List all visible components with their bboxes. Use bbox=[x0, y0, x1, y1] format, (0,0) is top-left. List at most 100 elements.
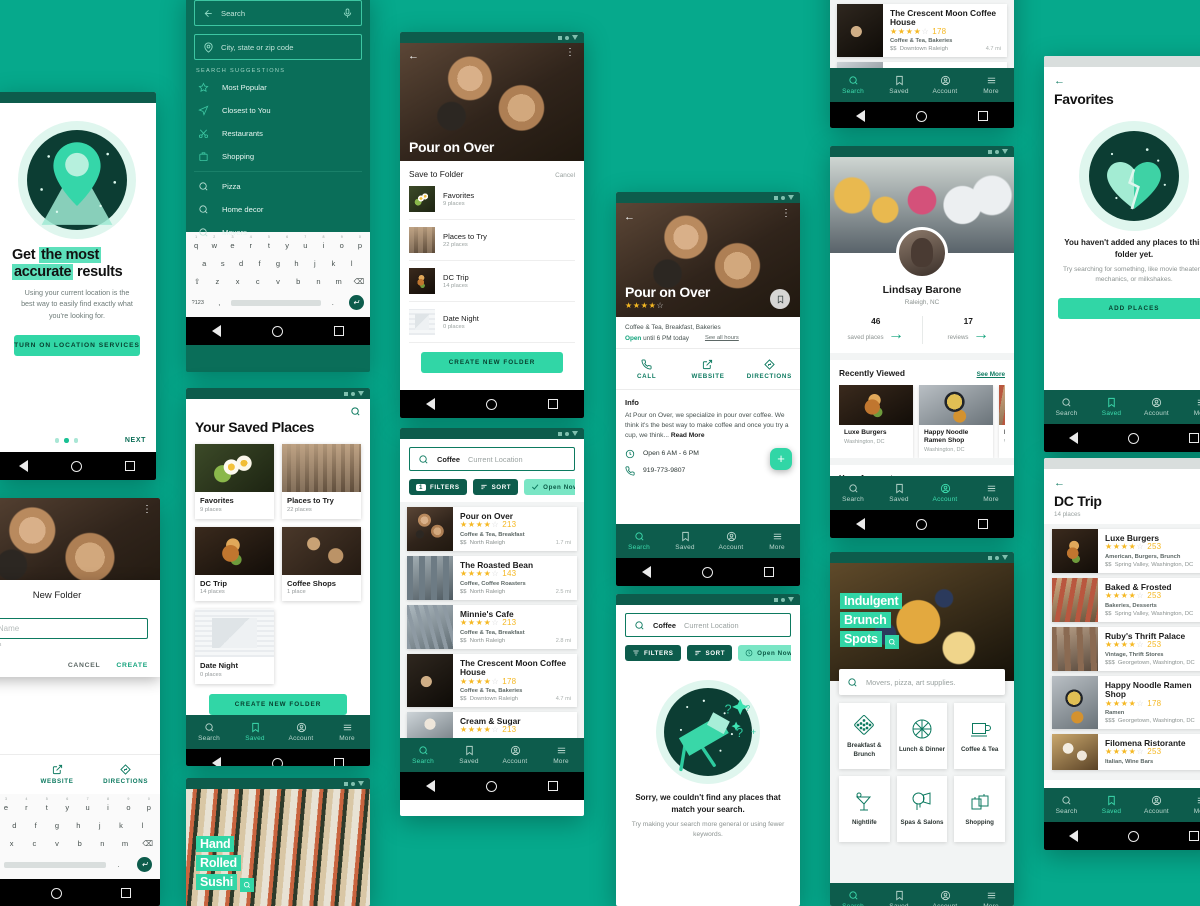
key-e[interactable]: 3e bbox=[224, 235, 240, 253]
key-j[interactable]: j bbox=[90, 818, 109, 833]
key-j[interactable]: j bbox=[307, 256, 323, 271]
tab-more[interactable]: More bbox=[754, 524, 800, 558]
folder-row-date-night[interactable]: Date Night 0 places bbox=[409, 302, 575, 343]
key-a[interactable]: a bbox=[196, 256, 212, 271]
category-shopping[interactable]: Shopping bbox=[954, 776, 1005, 842]
nav-recents-icon[interactable] bbox=[1189, 831, 1199, 841]
suggestion-closest-to-you[interactable]: Closest to You bbox=[194, 99, 362, 122]
key-c[interactable]: c bbox=[24, 836, 45, 851]
cancel-button[interactable]: Cancel bbox=[555, 172, 575, 179]
sort-chip[interactable]: SORT bbox=[472, 479, 519, 495]
location-input[interactable]: City, state or zip code bbox=[194, 34, 362, 60]
tab-account[interactable]: Account bbox=[278, 715, 324, 749]
nav-back-icon[interactable] bbox=[855, 110, 865, 122]
key-symbols[interactable]: ?123 bbox=[188, 297, 208, 309]
create-new-folder-button[interactable]: CREATE NEW FOLDER bbox=[209, 693, 347, 715]
directions-action[interactable]: DIRECTIONS bbox=[91, 755, 160, 794]
nav-home-icon[interactable] bbox=[271, 757, 283, 766]
call-action[interactable]: CALL bbox=[616, 349, 677, 389]
tab-search[interactable]: Search bbox=[186, 715, 232, 749]
tab-more[interactable]: More bbox=[324, 715, 370, 749]
directions-action[interactable]: DIRECTIONS bbox=[739, 349, 800, 389]
on-screen-keyboard[interactable]: 1q 2w 3e 4r 5t 6y 7u 8i 9o 0p as df gh j… bbox=[186, 232, 370, 317]
nav-recents-icon[interactable] bbox=[548, 781, 559, 791]
nav-recents-icon[interactable] bbox=[548, 399, 559, 409]
tab-account[interactable]: Account bbox=[1134, 390, 1179, 424]
key-o[interactable]: 9o bbox=[334, 235, 350, 253]
result-row[interactable]: The Roasted Bean ★ ★ ★ ★ ☆ 143 Coffee, Coffee… bbox=[407, 555, 577, 600]
key-n[interactable]: n bbox=[92, 836, 113, 851]
key-enter[interactable]: ↵ bbox=[132, 854, 158, 875]
tab-saved[interactable]: Saved bbox=[876, 883, 922, 906]
see-all-hours-link[interactable]: See all hours bbox=[705, 335, 739, 342]
folder-card-coffee-shops[interactable]: Coffee Shops 1 place bbox=[282, 526, 361, 601]
filters-chip[interactable]: FILTERS bbox=[625, 645, 681, 661]
recent-place-card[interactable]: B W bbox=[999, 385, 1005, 458]
nav-recents-icon[interactable] bbox=[334, 326, 345, 336]
key-c[interactable]: c bbox=[249, 274, 267, 289]
key-r[interactable]: 4r bbox=[243, 235, 259, 253]
nav-back-icon[interactable] bbox=[1069, 432, 1078, 444]
nav-home-icon[interactable] bbox=[485, 780, 497, 792]
next-button[interactable]: NEXT bbox=[125, 437, 146, 444]
nav-home-icon[interactable] bbox=[485, 398, 497, 410]
category-nightlife[interactable]: Nightlife bbox=[839, 776, 890, 842]
suggestion-shopping[interactable]: Shopping bbox=[194, 145, 362, 168]
nav-home-icon[interactable] bbox=[70, 460, 82, 472]
key-v[interactable]: v bbox=[47, 836, 68, 851]
key-space[interactable] bbox=[231, 299, 321, 306]
search-icon[interactable] bbox=[240, 878, 255, 892]
category-coffee-tea[interactable]: Coffee & Tea bbox=[954, 703, 1005, 769]
create-button[interactable]: CREATE bbox=[116, 662, 148, 669]
key-comma[interactable]: , bbox=[0, 857, 2, 872]
tab-saved[interactable]: Saved bbox=[232, 715, 278, 749]
add-places-button[interactable]: ADD PLACES bbox=[1058, 297, 1200, 319]
nav-back-icon[interactable] bbox=[641, 566, 651, 578]
nav-home-icon[interactable] bbox=[915, 518, 927, 530]
key-enter[interactable]: ↵ bbox=[345, 292, 368, 313]
suggestion-most-popular[interactable]: Most Popular bbox=[194, 76, 362, 99]
tab-more[interactable]: More bbox=[1179, 390, 1200, 424]
key-t[interactable]: 5t bbox=[261, 235, 277, 253]
key-h[interactable]: h bbox=[69, 818, 88, 833]
search-input[interactable]: Search bbox=[194, 0, 362, 26]
folder-name-input[interactable]: Folder Name bbox=[0, 618, 148, 639]
overflow-menu-icon[interactable]: ⋮ bbox=[565, 48, 575, 58]
nav-back-icon[interactable] bbox=[425, 780, 435, 792]
result-row[interactable]: The Crescent Moon Coffee House ★ ★ ★ ★ ☆ 178 … bbox=[837, 4, 1007, 58]
key-h[interactable]: h bbox=[288, 256, 304, 271]
tab-account[interactable]: Account bbox=[1134, 788, 1179, 822]
key-y[interactable]: 6y bbox=[58, 797, 76, 815]
key-i[interactable]: 8i bbox=[315, 235, 331, 253]
place-row[interactable]: Happy Noodle Ramen Shop ★ ★ ★ ★ ☆ 178 Ramen $… bbox=[1052, 675, 1200, 730]
overflow-menu-icon[interactable]: ⋮ bbox=[781, 209, 791, 219]
tab-saved[interactable]: Saved bbox=[876, 476, 922, 510]
tab-account[interactable]: Account bbox=[708, 524, 754, 558]
nav-home-icon[interactable] bbox=[701, 566, 713, 578]
recent-place-card[interactable]: Luxe Burgers Washington, DC bbox=[839, 385, 913, 458]
result-row[interactable]: Pour on Over ★ ★ ★ ★ ☆ 213 Coffee & Tea, Brea… bbox=[407, 507, 577, 551]
place-row[interactable]: Baked & Frosted ★ ★ ★ ★ ☆ 253 Bakeries, Desse… bbox=[1052, 577, 1200, 622]
on-screen-keyboard[interactable]: 1q 2w 3e 4r 5t 6y 7u 8i 9o 0p as df gh j… bbox=[0, 794, 160, 879]
back-arrow-icon[interactable]: ← bbox=[624, 211, 635, 223]
key-l[interactable]: l bbox=[133, 818, 152, 833]
folder-place-list[interactable]: Luxe Burgers ★ ★ ★ ★ ☆ 253 American, Burgers,… bbox=[1044, 524, 1200, 780]
key-n[interactable]: n bbox=[309, 274, 327, 289]
tab-search[interactable]: Search bbox=[830, 883, 876, 906]
nav-back-icon[interactable] bbox=[19, 460, 29, 472]
key-g[interactable]: g bbox=[47, 818, 66, 833]
tab-search[interactable]: Search bbox=[830, 476, 876, 510]
key-backspace[interactable]: ⌫ bbox=[137, 836, 158, 851]
key-period[interactable]: . bbox=[108, 857, 130, 872]
turn-on-location-button[interactable]: TURN ON LOCATION SERVICES bbox=[14, 334, 140, 356]
tab-search[interactable]: Search bbox=[616, 524, 662, 558]
back-arrow-icon[interactable]: ← bbox=[1054, 75, 1065, 87]
result-row[interactable]: Minnie's Cafe ★ ★ ★ ★ ☆ 213 Coffee & Tea, Bre… bbox=[407, 604, 577, 649]
key-b[interactable]: b bbox=[69, 836, 90, 851]
key-space[interactable] bbox=[4, 861, 106, 868]
key-p[interactable]: 0p bbox=[352, 235, 368, 253]
nav-recents-icon[interactable] bbox=[120, 888, 131, 898]
place-row[interactable]: Luxe Burgers ★ ★ ★ ★ ☆ 253 American, Burgers,… bbox=[1052, 529, 1200, 573]
tab-account[interactable]: Account bbox=[922, 68, 968, 102]
results-list[interactable]: The Crescent Moon Coffee House ★ ★ ★ ★ ☆ 178 … bbox=[830, 0, 1014, 68]
